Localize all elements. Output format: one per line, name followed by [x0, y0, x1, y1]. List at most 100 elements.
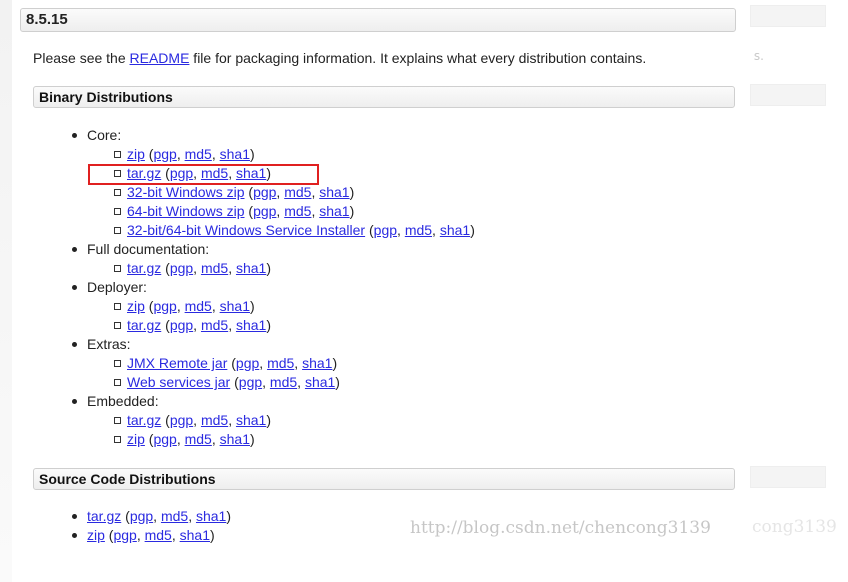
group-items: tar.gz (pgp, md5, sha1) zip (pgp, md5, sh…	[87, 411, 475, 449]
distribution-group: Extras: JMX Remote jar (pgp, md5, sha1) We…	[72, 335, 475, 392]
download-link[interactable]: zip	[127, 146, 145, 162]
group-items: JMX Remote jar (pgp, md5, sha1) Web servi…	[87, 354, 475, 392]
punctuation: (	[161, 260, 170, 276]
signature-link-sha1[interactable]: sha1	[319, 184, 349, 200]
download-item: zip (pgp, md5, sha1)	[72, 526, 231, 545]
signature-link-md5[interactable]: md5	[201, 412, 228, 428]
download-item: zip (pgp, md5, sha1)	[114, 297, 475, 316]
background-edge-left	[0, 0, 12, 582]
signature-link-pgp[interactable]: pgp	[153, 431, 176, 447]
signature-link-pgp[interactable]: pgp	[170, 260, 193, 276]
punctuation: )	[226, 508, 231, 524]
download-link[interactable]: zip	[127, 298, 145, 314]
signature-link-pgp[interactable]: pgp	[236, 355, 259, 371]
download-content: 8.5.15 Please see the README file for pa…	[20, 0, 740, 582]
download-link[interactable]: zip	[87, 527, 105, 543]
background-edge-bar	[750, 466, 826, 488]
download-link[interactable]: 64-bit Windows zip	[127, 203, 245, 219]
punctuation: ,	[153, 508, 161, 524]
source-distributions-title: Source Code Distributions	[39, 471, 216, 487]
download-item: zip (pgp, md5, sha1)	[114, 430, 475, 449]
signature-link-pgp[interactable]: pgp	[113, 527, 136, 543]
punctuation: ,	[262, 374, 270, 390]
signature-link-pgp[interactable]: pgp	[374, 222, 397, 238]
download-link[interactable]: tar.gz	[127, 317, 161, 333]
signature-link-sha1[interactable]: sha1	[220, 298, 250, 314]
watermark-ghost: cong3139	[752, 517, 837, 537]
punctuation: (	[244, 184, 254, 200]
punctuation: (	[230, 374, 239, 390]
distribution-group: Embedded: tar.gz (pgp, md5, sha1) zip (pgp…	[72, 392, 475, 449]
signature-link-md5[interactable]: md5	[161, 508, 188, 524]
signature-link-md5[interactable]: md5	[145, 527, 172, 543]
download-item: tar.gz (pgp, md5, sha1)	[114, 259, 475, 278]
signature-link-md5[interactable]: md5	[201, 317, 228, 333]
punctuation: )	[266, 412, 271, 428]
download-link[interactable]: tar.gz	[127, 412, 161, 428]
watermark: http://blog.csdn.net/chencong3139	[410, 518, 711, 538]
download-link[interactable]: tar.gz	[87, 508, 121, 524]
source-distributions-list: tar.gz (pgp, md5, sha1) zip (pgp, md5, sh…	[72, 507, 231, 545]
punctuation: )	[335, 374, 340, 390]
signature-link-sha1[interactable]: sha1	[236, 317, 266, 333]
signature-link-pgp[interactable]: pgp	[130, 508, 153, 524]
group-label: Embedded:	[87, 393, 159, 409]
signature-link-md5[interactable]: md5	[405, 222, 432, 238]
version-header: 8.5.15	[20, 8, 736, 32]
signature-link-sha1[interactable]: sha1	[220, 146, 250, 162]
download-link[interactable]: 32-bit/64-bit Windows Service Installer	[127, 222, 365, 238]
punctuation: )	[349, 203, 355, 219]
download-link[interactable]: zip	[127, 431, 145, 447]
signature-link-md5[interactable]: md5	[284, 203, 311, 219]
signature-link-pgp[interactable]: pgp	[253, 203, 276, 219]
signature-link-sha1[interactable]: sha1	[440, 222, 470, 238]
version-title: 8.5.15	[26, 11, 68, 28]
punctuation: )	[249, 431, 255, 447]
punctuation: )	[249, 298, 255, 314]
highlight-box	[88, 164, 319, 185]
punctuation: (	[161, 317, 170, 333]
signature-link-md5[interactable]: md5	[284, 184, 311, 200]
group-label: Core:	[87, 127, 122, 143]
signature-link-md5[interactable]: md5	[185, 431, 212, 447]
signature-link-sha1[interactable]: sha1	[220, 431, 250, 447]
download-item: tar.gz (pgp, md5, sha1)	[114, 411, 475, 430]
signature-link-pgp[interactable]: pgp	[170, 317, 193, 333]
download-item: tar.gz (pgp, md5, sha1)	[72, 507, 231, 526]
signature-link-sha1[interactable]: sha1	[196, 508, 226, 524]
punctuation: ,	[136, 527, 145, 543]
signature-link-sha1[interactable]: sha1	[236, 260, 266, 276]
source-distributions-header: Source Code Distributions	[33, 468, 735, 490]
signature-link-md5[interactable]: md5	[270, 374, 297, 390]
group-items: zip (pgp, md5, sha1) tar.gz (pgp, md5, sh…	[87, 297, 475, 335]
download-link[interactable]: JMX Remote jar	[127, 355, 227, 371]
download-link[interactable]: 32-bit Windows zip	[127, 184, 245, 200]
group-label: Full documentation:	[87, 241, 210, 257]
punctuation: )	[266, 317, 271, 333]
signature-link-pgp[interactable]: pgp	[153, 298, 176, 314]
signature-link-sha1[interactable]: sha1	[319, 203, 349, 219]
signature-link-pgp[interactable]: pgp	[153, 146, 176, 162]
signature-link-sha1[interactable]: sha1	[302, 355, 332, 371]
signature-link-md5[interactable]: md5	[267, 355, 294, 371]
signature-link-md5[interactable]: md5	[201, 260, 228, 276]
download-link[interactable]: tar.gz	[127, 260, 161, 276]
signature-link-sha1[interactable]: sha1	[180, 527, 210, 543]
punctuation: ,	[193, 317, 201, 333]
signature-link-sha1[interactable]: sha1	[236, 412, 266, 428]
signature-link-pgp[interactable]: pgp	[170, 412, 193, 428]
group-items: tar.gz (pgp, md5, sha1)	[87, 259, 475, 278]
readme-link[interactable]: README	[130, 50, 190, 66]
signature-link-pgp[interactable]: pgp	[253, 184, 276, 200]
punctuation: ,	[228, 260, 236, 276]
background-edge-bar	[750, 5, 826, 27]
signature-link-pgp[interactable]: pgp	[239, 374, 262, 390]
signature-link-md5[interactable]: md5	[185, 146, 212, 162]
punctuation: ,	[397, 222, 405, 238]
binary-distributions-title: Binary Distributions	[39, 89, 173, 105]
group-items: zip (pgp, md5, sha1) tar.gz (pgp, md5, sh…	[87, 145, 475, 240]
signature-link-md5[interactable]: md5	[185, 298, 212, 314]
signature-link-sha1[interactable]: sha1	[305, 374, 335, 390]
punctuation: ,	[176, 298, 185, 314]
download-link[interactable]: Web services jar	[127, 374, 230, 390]
